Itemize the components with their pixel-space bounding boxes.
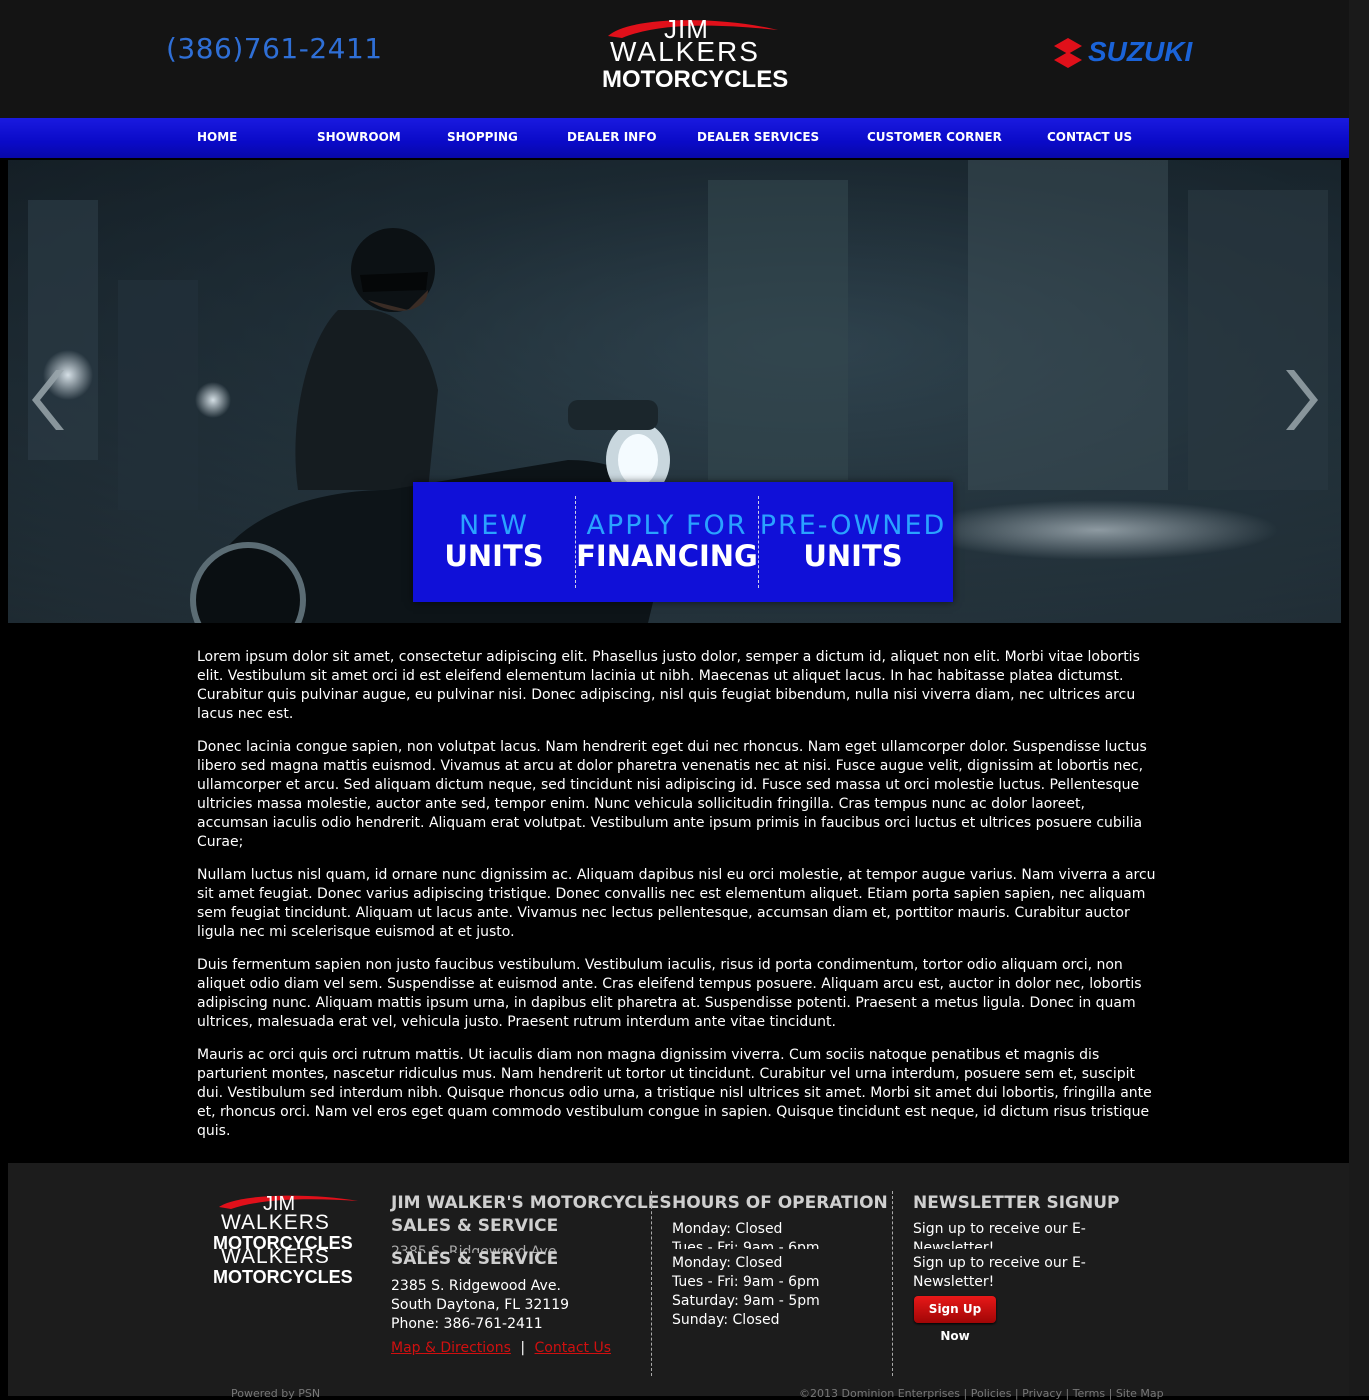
legal-separator: | xyxy=(1108,1387,1113,1400)
legal-links: ©2013 Dominion Enterprises | Policies | … xyxy=(799,1387,1164,1400)
cta-panel: NEW UNITS APPLY FOR FINANCING PRE-OWNED … xyxy=(413,482,953,602)
cta-new-units-small: NEW xyxy=(459,510,529,541)
cta-apply-financing[interactable]: APPLY FOR FINANCING xyxy=(576,510,758,573)
hours-line: Saturday: 9am - 5pm xyxy=(672,1293,820,1309)
content-paragraph: Donec lacinia congue sapien, non volutpa… xyxy=(197,739,1147,850)
dealer-title: JIM WALKER'S MOTORCYCLES xyxy=(391,1193,672,1213)
phone-number[interactable]: (386)761-2411 xyxy=(166,32,383,65)
main-content: Lorem ipsum dolor sit amet, consectetur … xyxy=(197,648,1157,1155)
newsletter-title: NEWSLETTER SIGNUP xyxy=(913,1193,1120,1213)
legal-separator: | xyxy=(1014,1387,1019,1400)
brand-name: SUZUKI xyxy=(1088,36,1193,67)
hours-ghost-line-1: Monday: Closed xyxy=(672,1221,783,1237)
content-paragraph: Lorem ipsum dolor sit amet, consectetur … xyxy=(197,649,1140,722)
page-scrollbar[interactable] xyxy=(1349,0,1369,1396)
main-nav: HOME SHOWROOM SHOPPING DEALER INFO DEALE… xyxy=(0,118,1349,158)
hours-line: Monday: Closed xyxy=(672,1255,783,1271)
site-header: (386)761-2411 JIM WALKERS MOTORCYCLES SU… xyxy=(0,0,1349,118)
cta-pre-owned-units[interactable]: PRE-OWNED UNITS xyxy=(759,510,947,573)
terms-link[interactable]: Terms xyxy=(1073,1387,1105,1400)
privacy-link[interactable]: Privacy xyxy=(1022,1387,1062,1400)
dealer-address-line-1: 2385 S. Ridgewood Ave. xyxy=(391,1278,561,1294)
site-footer: JIM WALKERS MOTORCYCLES WALKERS MOTORCYC… xyxy=(8,1163,1369,1396)
legal-separator: | xyxy=(1065,1387,1070,1400)
nav-dealer-services[interactable]: DEALER SERVICES xyxy=(697,130,819,144)
hero-slider[interactable]: NEW UNITS APPLY FOR FINANCING PRE-OWNED … xyxy=(8,160,1341,623)
dealer-logo[interactable]: JIM WALKERS MOTORCYCLES xyxy=(600,14,790,94)
nav-showroom[interactable]: SHOWROOM xyxy=(317,130,401,144)
content-paragraph: Mauris ac orci quis orci rutrum mattis. … xyxy=(197,1047,1152,1139)
hours-ghost-line-2: Tues - Fri: 9am - 6pm xyxy=(672,1240,820,1249)
nav-customer-corner[interactable]: CUSTOMER CORNER xyxy=(867,130,1002,144)
dealer-links: Map & Directions | Contact Us xyxy=(391,1339,611,1358)
content-paragraph: Nullam luctus nisl quam, id ornare nunc … xyxy=(197,867,1156,940)
content-paragraph: Duis fermentum sapien non justo faucibus… xyxy=(197,957,1142,1030)
cta-financing-small: APPLY FOR xyxy=(586,510,748,541)
sign-up-now-button[interactable]: Sign Up Now xyxy=(914,1296,996,1343)
newsletter-ghost-text: Sign up to receive our E-Newsletter! xyxy=(913,1221,1086,1249)
dealer-address-line-2: South Daytona, FL 32119 xyxy=(391,1297,570,1313)
dealer-subtitle-repeat: SALES & SERVICE xyxy=(391,1249,559,1269)
map-directions-link[interactable]: Map & Directions xyxy=(391,1340,511,1356)
logo-line-2: WALKERS xyxy=(610,36,760,67)
footer-logo[interactable]: JIM WALKERS MOTORCYCLES WALKERS MOTORCYC… xyxy=(213,1193,363,1288)
powered-by[interactable]: Powered by PSN xyxy=(231,1387,320,1400)
nav-shopping[interactable]: SHOPPING xyxy=(447,130,518,144)
hours-line: Tues - Fri: 9am - 6pm xyxy=(672,1274,820,1290)
cta-pre-owned-big: UNITS xyxy=(803,539,903,573)
site-map-link[interactable]: Site Map xyxy=(1116,1387,1164,1400)
nav-dealer-info[interactable]: DEALER INFO xyxy=(567,130,657,144)
cta-pre-owned-small: PRE-OWNED xyxy=(759,510,947,541)
copyright: ©2013 Dominion Enterprises xyxy=(799,1387,961,1400)
hours-line: Sunday: Closed xyxy=(672,1312,780,1328)
prev-slide-arrow-icon[interactable] xyxy=(20,360,80,440)
footer-logo-line-2-repeat: WALKERS xyxy=(221,1245,330,1268)
next-slide-arrow-icon[interactable] xyxy=(1270,360,1330,440)
hours-title: HOURS OF OPERATION xyxy=(672,1193,888,1213)
legal-separator: | xyxy=(963,1387,968,1400)
link-separator: | xyxy=(520,1340,526,1356)
footer-divider xyxy=(892,1191,893,1376)
footer-logo-line-3-repeat: MOTORCYCLES xyxy=(213,1267,353,1287)
logo-line-3: MOTORCYCLES xyxy=(602,66,789,93)
newsletter-text: Sign up to receive our E-Newsletter! xyxy=(913,1255,1086,1290)
nav-contact-us[interactable]: CONTACT US xyxy=(1047,130,1132,144)
cta-new-units[interactable]: NEW UNITS xyxy=(413,510,575,573)
footer-logo-line-2: WALKERS xyxy=(221,1211,330,1234)
suzuki-s-icon xyxy=(1054,38,1082,68)
dealer-phone: Phone: 386-761-2411 xyxy=(391,1316,543,1332)
contact-us-link[interactable]: Contact Us xyxy=(535,1340,611,1356)
policies-link[interactable]: Policies xyxy=(971,1387,1012,1400)
nav-home[interactable]: HOME xyxy=(197,130,237,144)
dealer-subtitle: SALES & SERVICE xyxy=(391,1216,559,1236)
cta-financing-big: FINANCING xyxy=(576,539,758,573)
footer-divider xyxy=(651,1191,652,1376)
suzuki-brand-logo[interactable]: SUZUKI xyxy=(1050,36,1210,70)
cta-new-units-big: UNITS xyxy=(444,539,544,573)
